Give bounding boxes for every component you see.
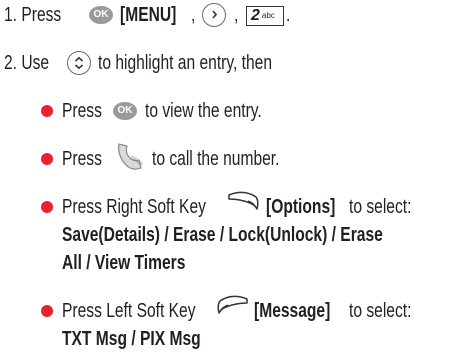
message-line-2: TXT Msg / PIX Msg xyxy=(62,328,201,350)
step-1-line: 1. Press xyxy=(4,4,61,26)
bullet-view xyxy=(41,105,53,117)
step-2-use: Use xyxy=(21,52,50,74)
bullet-options-text: Press Right Soft Key xyxy=(62,196,206,218)
nav-key-icon xyxy=(202,3,226,27)
left-soft-key-icon xyxy=(214,293,250,321)
step-1-press: Press xyxy=(21,4,62,26)
key-2abc-icon: 2 abc xyxy=(246,6,284,26)
step-1-number: 1. xyxy=(4,4,18,26)
bullet-view-text: to view the entry. xyxy=(145,100,262,122)
bullet-message-tail: to select: xyxy=(349,300,412,322)
menu-label: [MENU] xyxy=(120,4,177,26)
ok-key-icon-2: OK xyxy=(113,102,137,120)
key-2-digit: 2 xyxy=(251,7,260,24)
step-2-number: 2. xyxy=(4,52,18,74)
options-line-2: Save(Details) / Erase / Lock(Unlock) / E… xyxy=(62,224,383,246)
options-label: [Options] xyxy=(266,196,336,218)
step-1-end: . xyxy=(286,4,291,26)
bullet-call-press: Press xyxy=(62,148,102,170)
bullet-call xyxy=(41,153,53,165)
bullet-message xyxy=(41,305,53,317)
right-soft-key-icon xyxy=(226,189,262,217)
bullet-message-text: Press Left Soft Key xyxy=(62,300,196,322)
bullet-options xyxy=(41,201,53,213)
key-2-letters: abc xyxy=(261,11,275,20)
instruction-document: 1. Press OK [MENU] , , 2 abc . 2. Use to … xyxy=(0,0,464,356)
comma-1: , xyxy=(191,4,196,26)
options-line-3: All / View Timers xyxy=(62,252,186,274)
bullet-options-tail: to select: xyxy=(349,196,412,218)
comma-2: , xyxy=(234,4,239,26)
bullet-view-press: Press xyxy=(62,100,102,122)
message-label: [Message] xyxy=(254,300,331,322)
send-key-icon: SEND xyxy=(113,140,147,172)
up-down-nav-icon xyxy=(67,51,91,75)
ok-key-icon: OK xyxy=(89,6,113,24)
step-2-line: 2. Use xyxy=(4,52,49,74)
bullet-call-text: to call the number. xyxy=(152,148,280,170)
ok-key-label-2: OK xyxy=(117,105,133,116)
step-2-highlight: to highlight an entry, then xyxy=(98,52,273,74)
ok-key-label: OK xyxy=(93,9,109,20)
